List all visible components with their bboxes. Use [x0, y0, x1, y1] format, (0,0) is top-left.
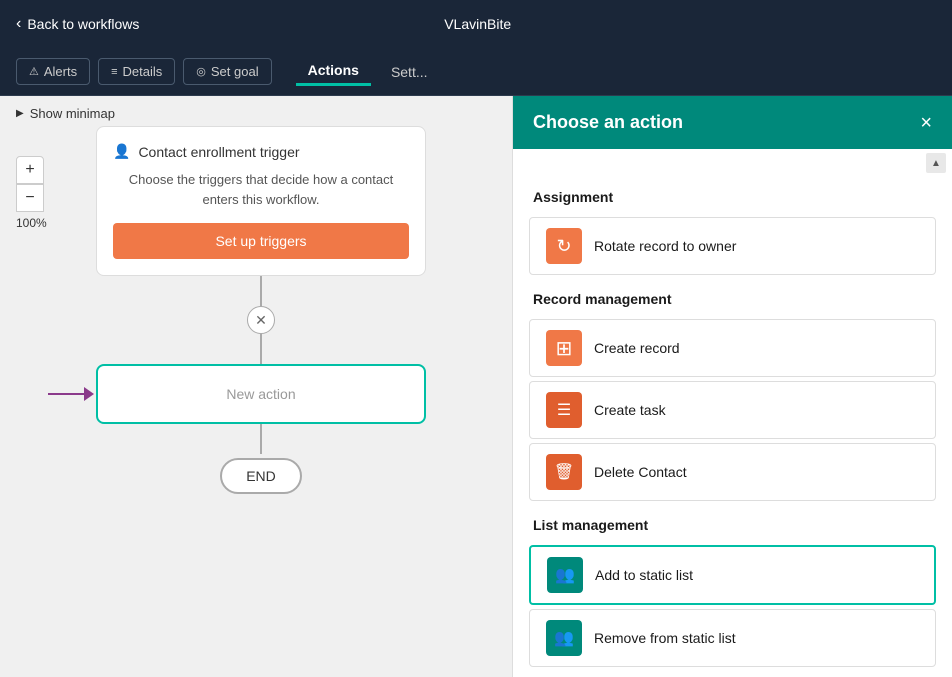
remove-static-list-icon: 👥 [546, 620, 582, 656]
details-icon: ≡ [111, 66, 117, 78]
trigger-title: Contact enrollment trigger [138, 144, 299, 160]
panel-body: ▲ Assignment ↻ Rotate record to owner Re… [513, 149, 952, 677]
back-link[interactable]: ‹ Back to workflows [16, 15, 139, 33]
add-static-list-label: Add to static list [595, 567, 693, 583]
section-ads-management: Ads management [513, 671, 952, 677]
create-record-label: Create record [594, 340, 680, 356]
trigger-body: Choose the triggers that decide how a co… [113, 170, 409, 209]
arrow-indicator [48, 387, 94, 401]
action-node[interactable]: New action [96, 364, 426, 424]
main-area: ▶ Show minimap + − 100% 👤 Contact enroll… [0, 96, 952, 677]
zoom-in-button[interactable]: + [16, 156, 44, 184]
zoom-out-button[interactable]: − [16, 184, 44, 212]
action-add-static-list[interactable]: 👥 Add to static list [529, 545, 936, 605]
scroll-top-indicator: ▲ [513, 149, 952, 177]
workflow-canvas: ▶ Show minimap + − 100% 👤 Contact enroll… [0, 96, 512, 677]
tab-actions[interactable]: Actions [296, 57, 371, 86]
arrow-line [48, 393, 84, 395]
minimap-label: Show minimap [30, 106, 115, 121]
action-create-record[interactable]: ⊞ Create record [529, 319, 936, 377]
tab-settings[interactable]: Sett... [379, 59, 440, 85]
alerts-icon: ⚠ [29, 65, 39, 78]
delete-contact-label: Delete Contact [594, 464, 687, 480]
section-assignment: Assignment [513, 177, 952, 213]
scroll-up-button[interactable]: ▲ [926, 153, 946, 173]
connector-line-1 [260, 276, 262, 306]
section-record-management: Record management [513, 279, 952, 315]
goal-icon: ◎ [196, 65, 206, 78]
tab-set-goal[interactable]: ◎ Set goal [183, 58, 271, 85]
zoom-controls: + − 100% [16, 156, 47, 230]
panel-title: Choose an action [533, 112, 683, 133]
action-delete-contact[interactable]: 🗑 Delete Contact [529, 443, 936, 501]
connector-line-3 [260, 424, 262, 454]
person-icon: 👤 [113, 143, 130, 160]
rotate-record-label: Rotate record to owner [594, 238, 736, 254]
arrow-head-icon [84, 387, 94, 401]
add-static-list-icon: 👥 [547, 557, 583, 593]
app-title: VLavinBite [444, 16, 511, 32]
connector-line-2 [260, 334, 262, 364]
action-create-task[interactable]: ☰ Create task [529, 381, 936, 439]
delete-contact-icon: 🗑 [546, 454, 582, 490]
close-panel-button[interactable]: × [920, 113, 932, 133]
action-rotate-record[interactable]: ↻ Rotate record to owner [529, 217, 936, 275]
create-record-icon: ⊞ [546, 330, 582, 366]
create-task-icon: ☰ [546, 392, 582, 428]
side-panel: Choose an action × ▲ Assignment ↻ Rotate… [512, 96, 952, 677]
action-remove-static-list[interactable]: 👥 Remove from static list [529, 609, 936, 667]
panel-header: Choose an action × [513, 96, 952, 149]
minimap-arrow-icon: ▶ [16, 108, 24, 119]
back-arrow-icon: ‹ [16, 15, 21, 33]
remove-static-list-label: Remove from static list [594, 630, 736, 646]
create-task-label: Create task [594, 402, 666, 418]
remove-connector-button[interactable]: ✕ [247, 306, 275, 334]
tab-alerts[interactable]: ⚠ Alerts [16, 58, 90, 85]
back-label: Back to workflows [27, 16, 139, 32]
minimap-toggle[interactable]: ▶ Show minimap [16, 106, 115, 121]
section-list-management: List management [513, 505, 952, 541]
setup-triggers-button[interactable]: Set up triggers [113, 223, 409, 259]
action-node-label: New action [226, 386, 295, 402]
trigger-node[interactable]: 👤 Contact enrollment trigger Choose the … [96, 126, 426, 276]
end-node: END [220, 458, 302, 494]
zoom-level: 100% [16, 216, 47, 230]
workflow-nodes: 👤 Contact enrollment trigger Choose the … [96, 126, 426, 494]
tab-bar: ⚠ Alerts ≡ Details ◎ Set goal Actions Se… [0, 48, 952, 96]
rotate-record-icon: ↻ [546, 228, 582, 264]
top-nav: ‹ Back to workflows VLavinBite [0, 0, 952, 48]
trigger-header: 👤 Contact enrollment trigger [113, 143, 409, 160]
tab-details[interactable]: ≡ Details [98, 58, 175, 85]
